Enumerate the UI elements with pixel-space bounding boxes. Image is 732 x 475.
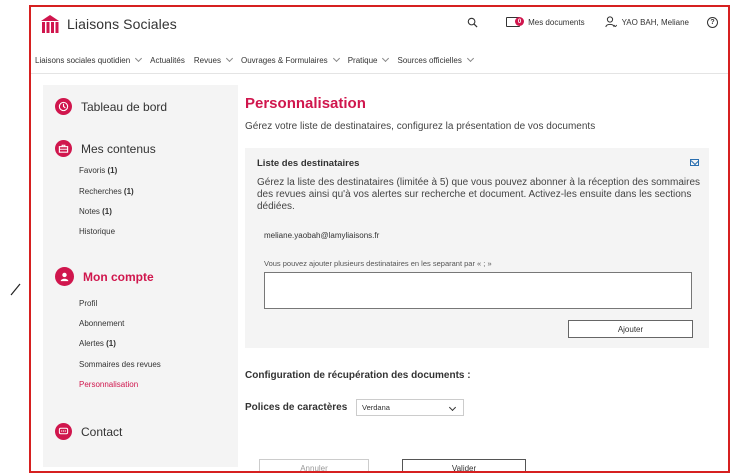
sidebar-contents-label: Mes contenus <box>81 141 156 156</box>
chevron-down-icon <box>135 54 143 63</box>
user-name: YAO BAH, Meliane <box>621 17 689 27</box>
annotation-arrow-icon <box>10 283 21 296</box>
search-icon[interactable] <box>467 17 478 28</box>
nav-item-actualites[interactable]: Actualités <box>150 56 185 65</box>
recipient-email: meliane.yaobah@lamyliaisons.fr <box>264 231 380 240</box>
recipients-description: Gérez la liste des destinataires (limité… <box>257 177 701 212</box>
config-title: Configuration de récupération des docume… <box>245 370 471 381</box>
recipients-panel: Liste des destinataires Gérez la liste d… <box>245 148 709 348</box>
sidebar-contact[interactable]: Contact <box>55 423 122 440</box>
sidebar-item-sommaires-des-revues[interactable]: Sommaires des revues <box>79 360 161 369</box>
logo[interactable]: Liaisons Sociales <box>39 13 177 35</box>
chevron-down-icon <box>225 54 234 63</box>
cancel-button[interactable]: Annuler <box>259 459 369 471</box>
browser-viewport: Liaisons Sociales 0 Mes documents YAO BA… <box>29 5 730 473</box>
main-nav: Liaisons sociales quotidien Actualités R… <box>31 51 728 69</box>
page-subtitle: Gérez votre liste de destinataires, conf… <box>245 121 596 132</box>
sidebar-item-profil[interactable]: Profil <box>79 299 97 308</box>
header-actions: 0 Mes documents YAO BAH, Meliane ? <box>467 16 718 28</box>
sidebar-item-favoris[interactable]: Favoris (1) <box>79 166 117 175</box>
chevron-down-icon <box>332 54 340 63</box>
nav-item-revues[interactable]: Revues <box>194 54 234 65</box>
nav-divider <box>31 73 728 74</box>
nav-item-sources-officielles[interactable]: Sources officielles <box>397 54 474 65</box>
sidebar-item-historique[interactable]: Historique <box>79 227 115 236</box>
add-recipient-button[interactable]: Ajouter <box>568 320 693 338</box>
recipients-title: Liste des destinataires <box>257 158 360 169</box>
sidebar-account-label: Mon compte <box>83 269 154 284</box>
sidebar-item-notes[interactable]: Notes (1) <box>79 207 112 216</box>
mail-icon[interactable] <box>690 159 699 166</box>
help-icon[interactable]: ? <box>707 16 718 28</box>
chevron-down-icon <box>466 54 474 63</box>
documents-count-badge: 0 <box>515 17 525 26</box>
user-menu[interactable]: YAO BAH, Meliane <box>604 16 707 28</box>
recipients-hint: Vous pouvez ajouter plusieurs destinatai… <box>264 259 492 268</box>
sidebar-contents[interactable]: Mes contenus <box>55 140 156 157</box>
top-header: Liaisons Sociales 0 Mes documents YAO BA… <box>31 7 728 41</box>
user-icon <box>604 16 617 28</box>
font-select-value: Verdana <box>362 403 390 412</box>
sidebar-dashboard[interactable]: Tableau de bord <box>55 98 167 115</box>
validate-button[interactable]: Valider <box>402 459 526 471</box>
columns-logo-icon <box>41 15 59 33</box>
my-documents-label: Mes documents <box>528 17 585 27</box>
account-sidebar: Tableau de bord Mes contenus Favoris (1)… <box>43 85 238 467</box>
chat-icon <box>55 423 72 440</box>
font-select[interactable]: Verdana <box>356 399 464 416</box>
sidebar-dashboard-label: Tableau de bord <box>81 99 168 114</box>
page-title: Personnalisation <box>245 95 366 112</box>
chevron-down-icon <box>448 403 457 412</box>
recipients-textarea[interactable] <box>264 272 692 309</box>
logo-text: Liaisons Sociales <box>67 16 177 32</box>
clock-icon <box>55 98 72 115</box>
sidebar-item-alertes[interactable]: Alertes (1) <box>79 339 116 348</box>
folder-icon: 0 <box>506 17 525 27</box>
nav-item-pratique[interactable]: Pratique <box>348 54 390 65</box>
sidebar-contact-label: Contact <box>81 424 123 439</box>
user-icon <box>55 267 74 286</box>
font-label: Polices de caractères <box>245 402 348 413</box>
chevron-down-icon <box>382 54 390 63</box>
sidebar-item-abonnement[interactable]: Abonnement <box>79 319 124 328</box>
my-documents-link[interactable]: 0 Mes documents <box>506 17 604 27</box>
nav-item-liaisons-sociales-quotidien[interactable]: Liaisons sociales quotidien <box>35 54 143 65</box>
sidebar-account[interactable]: Mon compte <box>55 267 154 286</box>
sidebar-item-recherches[interactable]: Recherches (1) <box>79 187 134 196</box>
sidebar-item-personnalisation[interactable]: Personnalisation <box>79 380 138 389</box>
nav-item-ouvrages-formulaires[interactable]: Ouvrages & Formulaires <box>241 54 340 65</box>
briefcase-icon <box>55 140 72 157</box>
